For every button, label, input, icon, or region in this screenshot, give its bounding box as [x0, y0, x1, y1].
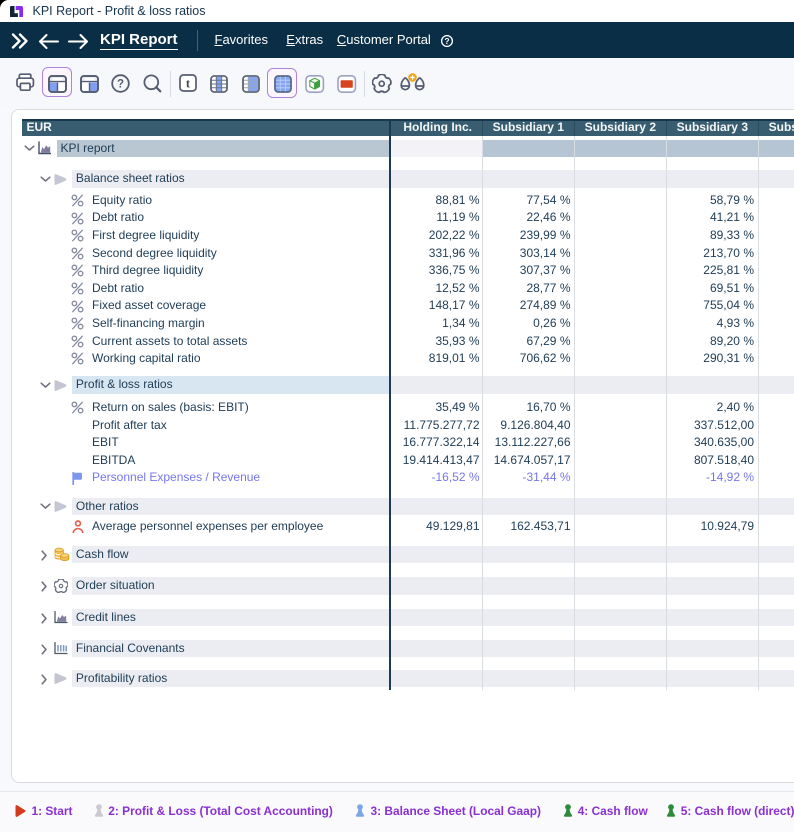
svg-text:?: ?: [117, 78, 124, 90]
svg-text:?: ?: [444, 36, 449, 46]
